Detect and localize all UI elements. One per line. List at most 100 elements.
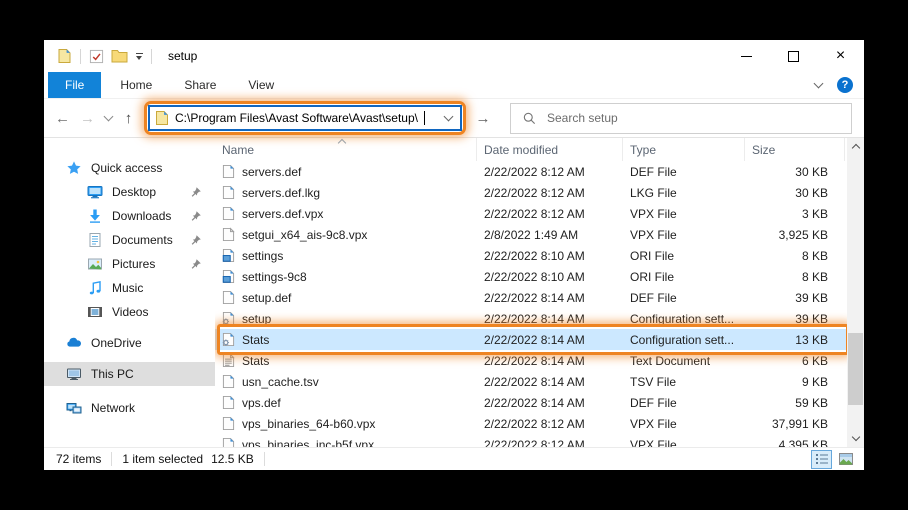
file-size: 13 KB [745,329,845,350]
close-button[interactable]: × [817,40,864,72]
tab-view[interactable]: View [235,72,287,98]
quick-access-star-icon [66,160,82,176]
file-size: 37,991 KB [745,413,845,434]
sidebar-item-music[interactable]: Music [44,276,215,300]
details-view-button[interactable] [811,450,832,469]
file-type: Text Document [623,350,745,371]
tab-home[interactable]: Home [107,72,165,98]
up-button[interactable]: ↑ [116,111,141,126]
file-row[interactable]: servers.def 2/22/2022 8:12 AM DEF File 3… [215,161,847,182]
file-generic-icon [222,374,235,389]
sidebar-item-network[interactable]: Network [44,396,215,420]
file-type: DEF File [623,161,745,182]
help-icon[interactable]: ? [837,77,853,93]
properties-check-icon[interactable] [88,48,105,65]
tab-file[interactable]: File [48,72,101,98]
address-dropdown-chevron-icon[interactable] [445,116,455,120]
music-icon [87,280,103,296]
titlebar: setup × [44,40,864,72]
address-path: C:\Program Files\Avast Software\Avast\se… [175,111,418,125]
vertical-scrollbar[interactable] [847,138,864,447]
back-button[interactable]: ← [50,111,75,126]
column-headers: Name Date modified Type Size [215,138,847,161]
minimize-button[interactable] [723,40,770,72]
file-row[interactable]: Stats 2/22/2022 8:14 AM Configuration se… [215,329,847,350]
file-row[interactable]: setup.def 2/22/2022 8:14 AM DEF File 39 … [215,287,847,308]
scroll-down-icon[interactable] [847,430,864,447]
file-row[interactable]: settings 2/22/2022 8:10 AM ORI File 8 KB [215,245,847,266]
file-row[interactable]: servers.def.lkg 2/22/2022 8:12 AM LKG Fi… [215,182,847,203]
file-date: 2/8/2022 1:49 AM [477,224,623,245]
large-icons-view-button[interactable] [835,450,856,469]
forward-button[interactable]: → [75,111,100,126]
maximize-button[interactable] [770,40,817,72]
file-row[interactable]: setgui_x64_ais-9c8.vpx 2/8/2022 1:49 AM … [215,224,847,245]
file-row[interactable]: usn_cache.tsv 2/22/2022 8:14 AM TSV File… [215,371,847,392]
scrollbar-thumb[interactable] [848,333,863,405]
file-generic-icon [222,416,235,431]
scroll-up-icon[interactable] [847,138,864,155]
sidebar-item-downloads[interactable]: Downloads [44,204,215,228]
statusbar-separator [264,452,265,466]
sidebar-item-videos[interactable]: Videos [44,300,215,324]
go-to-button[interactable]: → [470,110,496,127]
file-type: VPX File [623,224,745,245]
sidebar-item-quick-access[interactable]: Quick access [44,156,215,180]
search-placeholder: Search setup [547,111,618,125]
file-row[interactable]: vps.def 2/22/2022 8:14 AM DEF File 59 KB [215,392,847,413]
ribbon-collapse-chevron-icon[interactable] [814,79,824,89]
titlebar-separator [80,49,81,64]
file-type: ORI File [623,245,745,266]
file-type: TSV File [623,371,745,392]
file-date: 2/22/2022 8:14 AM [477,329,623,350]
file-type: Configuration sett... [623,329,745,350]
column-header-date-modified[interactable]: Date modified [477,138,623,161]
new-folder-icon[interactable] [111,48,128,65]
pin-icon [190,234,202,246]
file-type: VPX File [623,434,745,447]
tab-share[interactable]: Share [171,72,229,98]
selection-size: 12.5 KB [211,452,254,466]
explorer-window-icon [56,48,73,65]
file-type: LKG File [623,182,745,203]
file-date: 2/22/2022 8:12 AM [477,161,623,182]
column-header-name[interactable]: Name [215,138,477,161]
column-header-type[interactable]: Type [623,138,745,161]
file-date: 2/22/2022 8:12 AM [477,413,623,434]
sidebar-item-desktop[interactable]: Desktop [44,180,215,204]
minimize-icon [741,56,752,57]
explorer-window: setup × File Home Share View ? ← → ↑ C:\… [44,40,864,470]
recent-locations-chevron-icon[interactable] [100,116,116,120]
sidebar-item-this-pc[interactable]: This PC [44,362,215,386]
file-date: 2/22/2022 8:10 AM [477,245,623,266]
this-pc-icon [66,366,82,382]
sidebar-item-onedrive[interactable]: OneDrive [44,331,215,355]
file-row[interactable]: setup 2/22/2022 8:14 AM Configuration se… [215,308,847,329]
file-row[interactable]: vps_binaries_inc-b5f.vpx 2/22/2022 8:12 … [215,434,847,447]
file-row[interactable]: servers.def.vpx 2/22/2022 8:12 AM VPX Fi… [215,203,847,224]
file-generic-icon [222,290,235,305]
file-size: 59 KB [745,392,845,413]
close-icon: × [836,48,845,64]
file-config-icon [222,332,235,347]
file-generic-icon [222,185,235,200]
search-input[interactable]: Search setup [510,103,852,134]
window-title: setup [168,49,197,63]
ribbon-tabs: File Home Share View ? [44,72,864,99]
file-date: 2/22/2022 8:10 AM [477,266,623,287]
qat-dropdown-icon[interactable] [135,51,144,62]
file-generic-icon [222,206,235,221]
address-bar-input[interactable]: C:\Program Files\Avast Software\Avast\se… [148,105,462,131]
details-view-icon [814,451,830,467]
file-row[interactable]: settings-9c8 2/22/2022 8:10 AM ORI File … [215,266,847,287]
file-type: DEF File [623,392,745,413]
navigation-pane: Quick access Desktop Downloads Documents… [44,138,215,447]
file-size: 8 KB [745,245,845,266]
network-icon [66,400,82,416]
sidebar-item-pictures[interactable]: Pictures [44,252,215,276]
file-row[interactable]: vps_binaries_64-b60.vpx 2/22/2022 8:12 A… [215,413,847,434]
sidebar-item-documents[interactable]: Documents [44,228,215,252]
file-generic-icon [222,395,235,410]
column-header-size[interactable]: Size [745,138,845,161]
file-row[interactable]: Stats 2/22/2022 8:14 AM Text Document 6 … [215,350,847,371]
